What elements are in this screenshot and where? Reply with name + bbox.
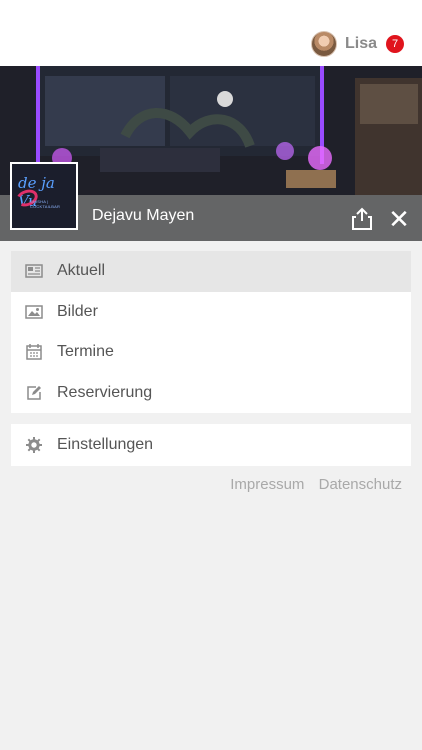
- menu-label-aktuell: Aktuell: [57, 262, 106, 280]
- notification-badge[interactable]: 7: [386, 35, 404, 53]
- gear-icon: [25, 437, 43, 453]
- menu-item-einstellungen[interactable]: Einstellungen: [11, 424, 411, 466]
- menu-label-reservierung: Reservierung: [57, 383, 153, 401]
- impressum-link[interactable]: Impressum: [230, 476, 304, 493]
- footer-links: Impressum Datenschutz: [220, 476, 402, 493]
- menu-item-bilder[interactable]: Bilder: [11, 292, 411, 333]
- menu-item-reservierung[interactable]: Reservierung: [11, 373, 411, 414]
- settings-section: Einstellungen: [11, 424, 411, 466]
- empty-content-area: [10, 510, 412, 750]
- user-name[interactable]: Lisa: [345, 35, 377, 53]
- main-menu: Aktuell Bilder Termine Reservierung: [11, 251, 411, 413]
- image-icon: [25, 304, 43, 320]
- avatar[interactable]: [310, 31, 337, 57]
- venue-name: Dejavu Mayen: [92, 207, 195, 224]
- share-icon[interactable]: [351, 207, 375, 231]
- user-profile[interactable]: Lisa 7: [310, 30, 404, 58]
- menu-label-termine: Termine: [57, 343, 114, 361]
- close-icon[interactable]: ✕: [387, 206, 411, 232]
- datenschutz-link[interactable]: Datenschutz: [319, 476, 402, 493]
- menu-label-einstellungen: Einstellungen: [57, 436, 154, 453]
- calendar-icon: [25, 344, 43, 360]
- venue-logo: de ja Vu SHISHA | COCKTAILBAR: [10, 162, 78, 230]
- menu-item-termine[interactable]: Termine: [11, 332, 411, 373]
- menu-item-aktuell[interactable]: Aktuell: [11, 251, 411, 292]
- menu-label-bilder: Bilder: [57, 302, 98, 320]
- newspaper-icon: [25, 263, 43, 279]
- logo-subtext: SHISHA | COCKTAILBAR: [30, 199, 61, 209]
- top-bar: Lisa 7: [0, 0, 422, 66]
- edit-icon: [25, 385, 43, 401]
- venue-hero: de ja Vu SHISHA | COCKTAILBAR Dejavu May…: [0, 66, 422, 241]
